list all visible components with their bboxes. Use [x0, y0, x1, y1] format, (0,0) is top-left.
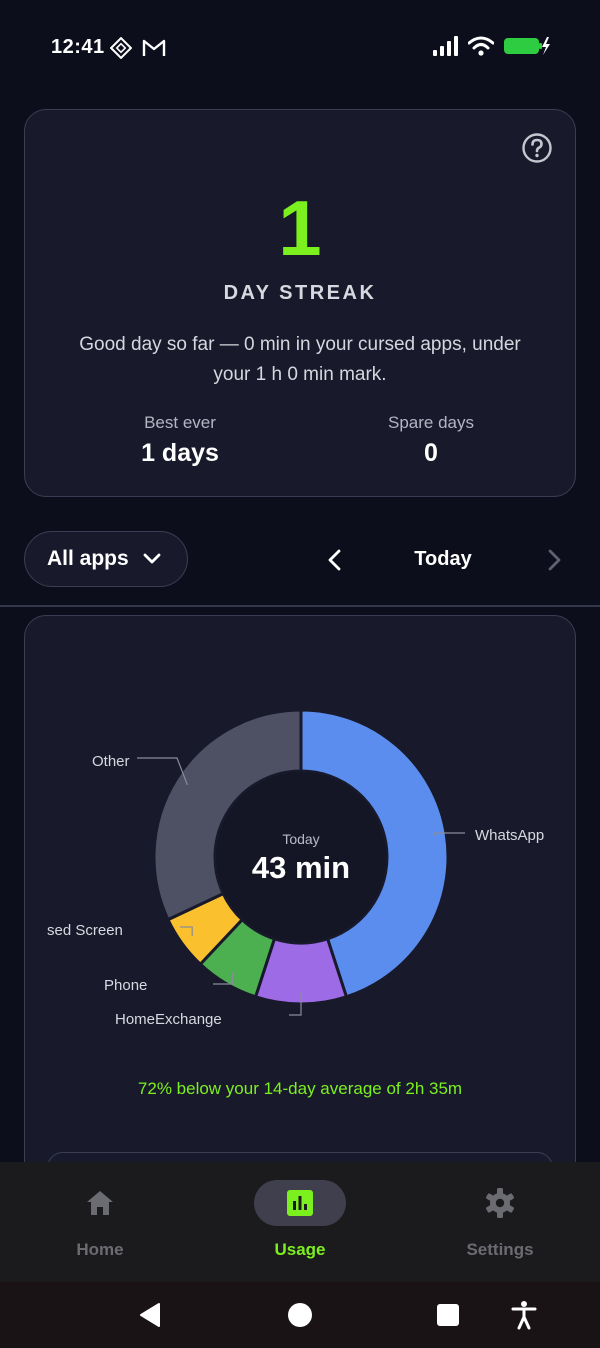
back-button[interactable] — [134, 1299, 166, 1331]
gear-icon — [486, 1188, 514, 1218]
nav-item-home[interactable]: Home — [0, 1162, 200, 1282]
battery-charging-icon — [504, 37, 550, 55]
chart-center-label: Today — [282, 831, 320, 847]
wifi-icon — [468, 36, 494, 56]
spare-days-stat: Spare days 0 — [331, 413, 531, 468]
recents-button[interactable] — [432, 1299, 464, 1331]
slice-label-sed-screen: sed Screen — [47, 922, 123, 939]
chevron-left-icon — [328, 549, 341, 571]
accessibility-icon — [511, 1301, 537, 1330]
streak-count: 1 — [278, 184, 322, 272]
help-icon[interactable] — [521, 132, 553, 164]
recents-square-icon — [437, 1304, 459, 1326]
app-filter-label: All apps — [47, 547, 129, 570]
bar-chart-icon — [287, 1190, 313, 1216]
nav-label-usage: Usage — [274, 1240, 326, 1259]
nav-label-settings: Settings — [466, 1240, 534, 1259]
chevron-down-icon — [143, 553, 161, 564]
accessibility-button[interactable] — [508, 1299, 540, 1331]
nav-item-usage[interactable]: Usage — [200, 1162, 400, 1282]
chart-center-value: 43 min — [251, 850, 351, 885]
usage-card: Today 43 min WhatsApp HomeExchange Phone… — [24, 615, 576, 1215]
previous-day-button[interactable] — [322, 546, 348, 574]
bottom-nav: Home Usage Settings — [0, 1162, 600, 1282]
date-label: Today — [414, 548, 472, 570]
streak-label: DAY STREAK — [223, 282, 377, 304]
status-time: 12:41 — [51, 36, 105, 58]
divider — [0, 605, 600, 607]
spare-days-label: Spare days — [388, 413, 474, 432]
next-day-button[interactable] — [541, 546, 567, 574]
slice-label-other: Other — [92, 753, 130, 770]
gmail-icon — [142, 39, 166, 56]
back-triangle-icon — [140, 1303, 160, 1327]
home-system-button[interactable] — [284, 1299, 316, 1331]
slice-label-whatsapp: WhatsApp — [475, 827, 545, 844]
average-comparison: 72% below your 14-day average of 2h 35m — [137, 1079, 463, 1098]
best-ever-value: 1 days — [141, 439, 219, 467]
best-ever-label: Best ever — [144, 413, 216, 432]
app-filter-dropdown[interactable]: All apps — [24, 531, 188, 587]
spare-days-value: 0 — [424, 439, 438, 467]
home-icon — [87, 1191, 113, 1215]
chevron-right-icon — [548, 549, 561, 571]
slice-label-homeexchange: HomeExchange — [115, 1011, 222, 1028]
home-circle-icon — [288, 1303, 312, 1327]
pattern-icon — [110, 37, 132, 59]
nav-label-home: Home — [76, 1240, 124, 1259]
best-ever-stat: Best ever 1 days — [80, 413, 280, 468]
system-nav-bar — [0, 1282, 600, 1348]
slice-label-phone: Phone — [104, 977, 148, 994]
streak-card: 1 DAY STREAK Good day so far — 0 min in … — [24, 109, 576, 497]
streak-message: Good day so far — 0 min in your cursed a… — [79, 334, 521, 385]
status-bar: 12:41 — [0, 0, 600, 96]
signal-icon — [433, 36, 458, 56]
nav-item-settings[interactable]: Settings — [400, 1162, 600, 1282]
